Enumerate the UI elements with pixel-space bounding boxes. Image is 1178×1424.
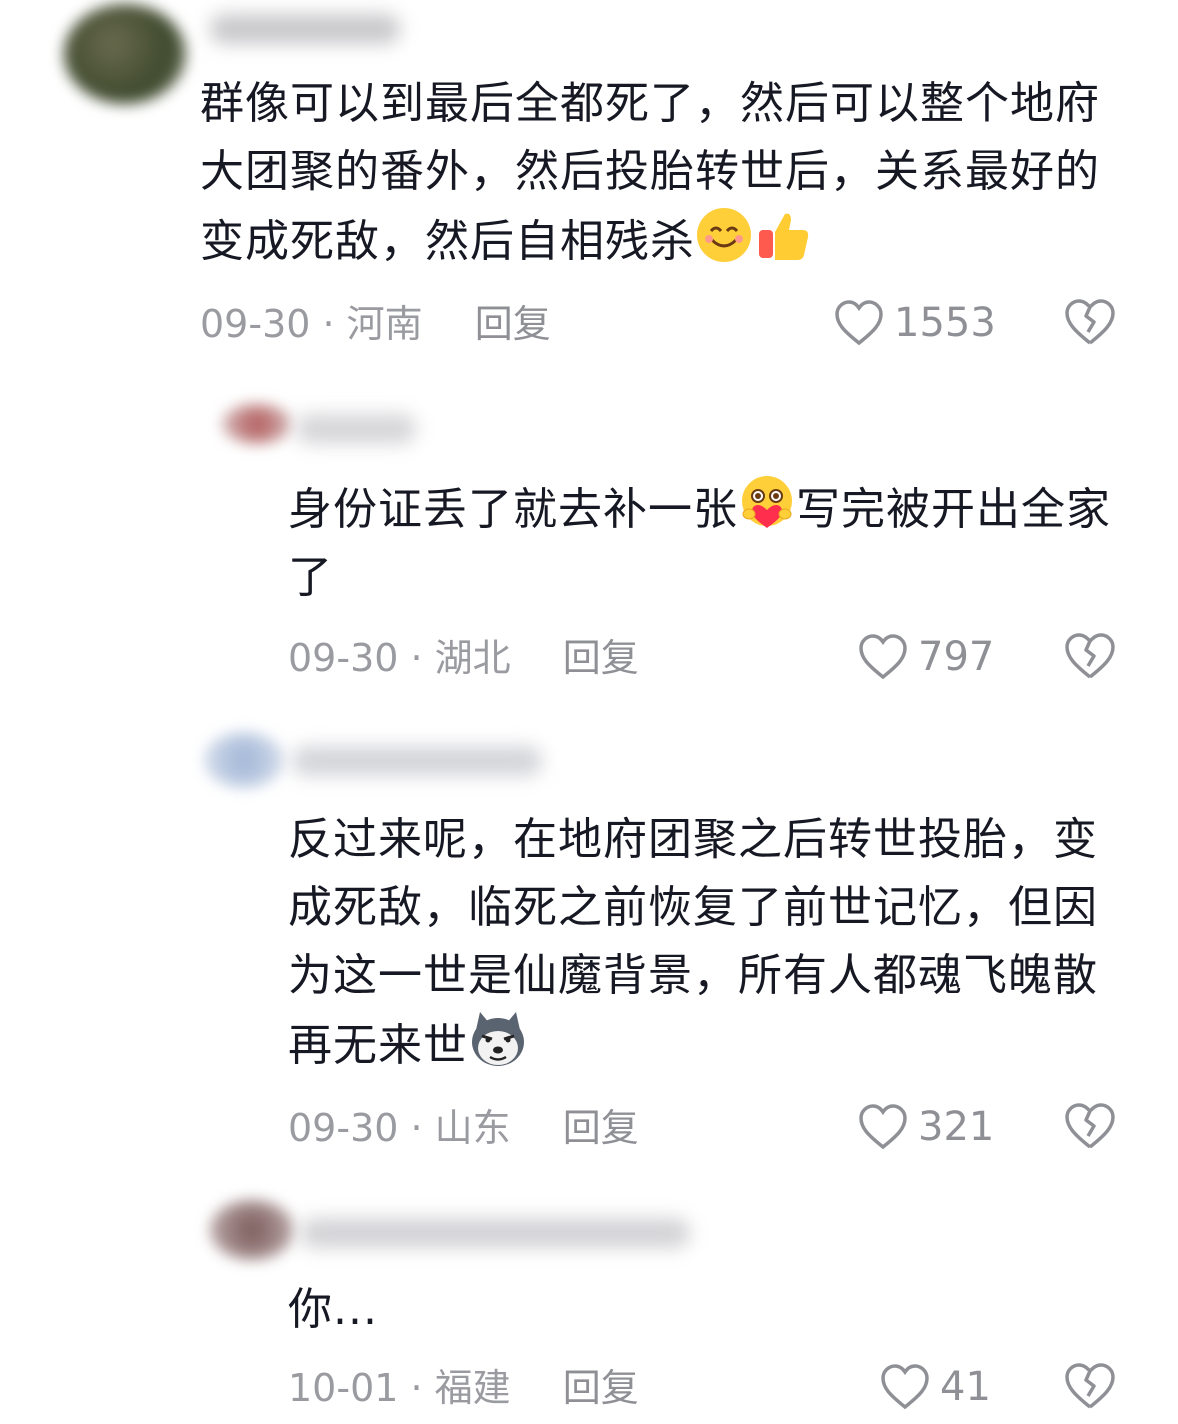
comment-meta: 10-01 · 福建 回复 — [288, 1366, 639, 1410]
dislike-button[interactable] — [1064, 298, 1116, 346]
comment-meta: 09-30 · 山东 回复 — [288, 1106, 639, 1150]
comment-date: 09-30 — [288, 636, 399, 680]
comment-meta: 09-30 · 湖北 回复 — [288, 636, 639, 680]
reply-button[interactable]: 回复 — [563, 1366, 639, 1410]
dislike-button[interactable] — [1064, 1102, 1116, 1150]
comment-location: 湖北 — [434, 636, 511, 680]
dislike-button[interactable] — [1064, 632, 1116, 680]
reply-button[interactable]: 回复 — [475, 302, 551, 346]
smile-emoji-icon — [695, 206, 753, 264]
comment-location: 河南 — [346, 302, 423, 346]
comment-location: 山东 — [434, 1106, 511, 1150]
like-count: 797 — [918, 634, 995, 680]
username-blurred[interactable] — [292, 746, 542, 776]
comment-location: 福建 — [434, 1366, 511, 1410]
broken-heart-icon — [1065, 633, 1115, 679]
like-button[interactable]: 1553 — [834, 300, 996, 346]
heart-icon — [881, 1364, 929, 1410]
like-count: 321 — [918, 1104, 995, 1150]
username-blurred[interactable] — [210, 14, 400, 44]
like-button[interactable]: 321 — [858, 1104, 994, 1150]
comment-meta: 09-30 · 河南 回复 — [200, 302, 551, 346]
heart-icon — [859, 634, 907, 680]
broken-heart-icon — [1065, 1103, 1115, 1149]
heart-icon — [859, 1104, 907, 1150]
like-button[interactable]: 41 — [880, 1364, 991, 1410]
thumbs-up-icon — [753, 206, 811, 264]
avatar[interactable] — [64, 4, 186, 104]
like-button[interactable]: 797 — [858, 634, 994, 680]
comment-text: 身份证丢了就去补一张 写完被开出全家了 — [288, 474, 1128, 612]
broken-heart-icon — [1065, 299, 1115, 345]
comment-date: 09-30 — [288, 1106, 399, 1150]
avatar[interactable] — [210, 1200, 294, 1260]
comment-date: 10-01 — [288, 1366, 399, 1410]
dislike-button[interactable] — [1064, 1362, 1116, 1410]
avatar[interactable] — [222, 404, 292, 444]
avatar[interactable] — [204, 732, 284, 788]
comment-text: 群像可以到最后全都死了，然后可以整个地府大团聚的番外，然后投胎转世后，关系最好的… — [200, 78, 1100, 267]
heart-hug-icon — [738, 474, 796, 532]
reply-button[interactable]: 回复 — [563, 1106, 639, 1150]
broken-heart-icon — [1065, 1363, 1115, 1409]
comment-text: 反过来呢，在地府团聚之后转世投胎，变成死敌，临死之前恢复了前世记忆，但因为这一世… — [288, 814, 1098, 1071]
comment-text: 你... — [288, 1284, 378, 1335]
heart-icon — [835, 300, 883, 346]
comment-date: 09-30 — [200, 302, 311, 346]
reply-button[interactable]: 回复 — [563, 636, 639, 680]
username-blurred[interactable] — [300, 1218, 690, 1248]
like-count: 1553 — [894, 300, 996, 346]
username-blurred[interactable] — [296, 414, 416, 444]
husky-doge-icon — [468, 1010, 526, 1068]
like-count: 41 — [940, 1364, 991, 1410]
